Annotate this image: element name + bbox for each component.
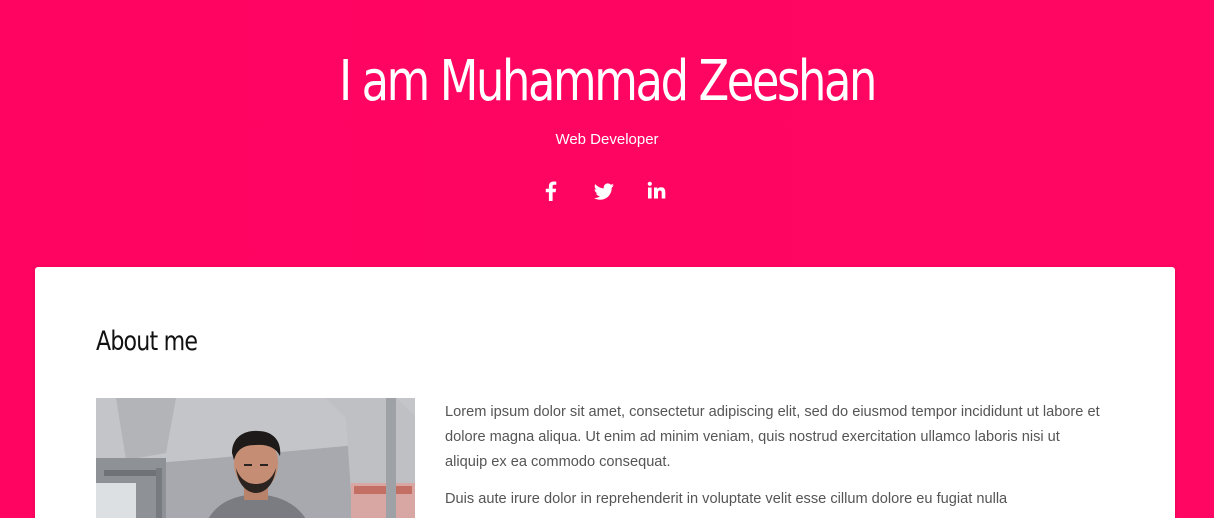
about-paragraph: Lorem ipsum dolor sit amet, consectetur … bbox=[445, 404, 1100, 470]
facebook-link[interactable] bbox=[536, 176, 566, 206]
hero-section: I am Muhammad Zeeshan Web Developer Abou… bbox=[0, 0, 1214, 518]
profile-photo bbox=[96, 398, 415, 518]
facebook-icon bbox=[545, 181, 557, 201]
linkedin-link[interactable] bbox=[642, 176, 672, 206]
about-text: Lorem ipsum dolor sit amet, consectetur … bbox=[445, 400, 1105, 518]
about-title: About me bbox=[96, 326, 198, 357]
twitter-link[interactable] bbox=[589, 176, 619, 206]
profile-photo-image bbox=[96, 398, 415, 518]
twitter-icon bbox=[593, 183, 614, 200]
about-card: About me Lorem ipsum dolor sit amet, con… bbox=[35, 267, 1175, 518]
linkedin-icon bbox=[647, 181, 666, 199]
page-title: I am Muhammad Zeeshan bbox=[338, 49, 878, 114]
about-paragraph: Duis aute irure dolor in reprehenderit i… bbox=[445, 491, 1008, 507]
social-links bbox=[534, 176, 680, 206]
page-subtitle: Web Developer bbox=[555, 131, 659, 148]
